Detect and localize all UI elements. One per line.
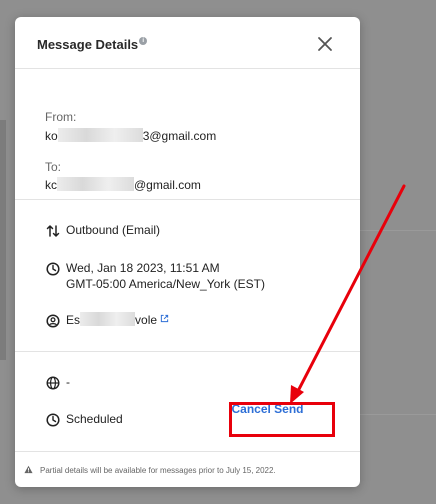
footer-note: Partial details will be available for me… [40,466,276,475]
annotation-highlight-box [229,402,335,437]
from-label: From: [45,110,77,124]
dialog-footer: Partial details will be available for me… [15,453,360,487]
contact-name-end: vole [135,313,158,327]
dialog-title: Message Details i [37,37,148,52]
globe-icon [46,376,60,390]
message-info-section: Outbound (Email) Wed, Jan 18 2023, 11:51… [15,200,360,352]
timezone-text: GMT-05:00 America/New_York (EST) [66,277,265,291]
to-address: kc @gmail.com [45,177,201,192]
redacted-text [57,128,143,142]
close-button[interactable] [315,34,335,54]
from-address-start: ko [45,129,58,143]
dialog-header: Message Details i [15,17,360,69]
direction-text: Outbound (Email) [66,223,161,237]
to-label: To: [45,160,62,174]
close-icon [318,37,332,51]
participants-section: From: ko 3@gmail.com To: kc @gmail.com [15,69,360,200]
to-address-start: kc [45,178,57,192]
sent-datetime: Wed, Jan 18 2023, 11:51 AM GMT-05:00 Ame… [66,260,265,292]
from-address: ko 3@gmail.com [45,128,216,143]
backdrop-divider [360,230,436,231]
to-address-end: @gmail.com [134,178,201,192]
user-circle-icon [46,314,60,328]
channel-value: - [66,375,70,389]
redacted-text [57,177,134,191]
backdrop-divider [360,414,436,415]
backdrop-panel-edge [0,120,6,360]
from-address-end: 3@gmail.com [142,129,217,143]
clock-icon [46,262,60,276]
external-link-icon[interactable] [160,314,169,323]
swap-vertical-icon [46,225,60,237]
contact-name-start: Es [66,313,81,327]
clock-icon [46,413,60,427]
status-text: Scheduled [66,412,123,426]
info-icon[interactable]: i [139,37,148,45]
dialog-title-text: Message Details [37,37,139,52]
redacted-text [80,312,136,326]
warning-icon [24,465,33,474]
contact-link[interactable]: Es vole [66,312,169,328]
datetime-text: Wed, Jan 18 2023, 11:51 AM [66,261,220,275]
